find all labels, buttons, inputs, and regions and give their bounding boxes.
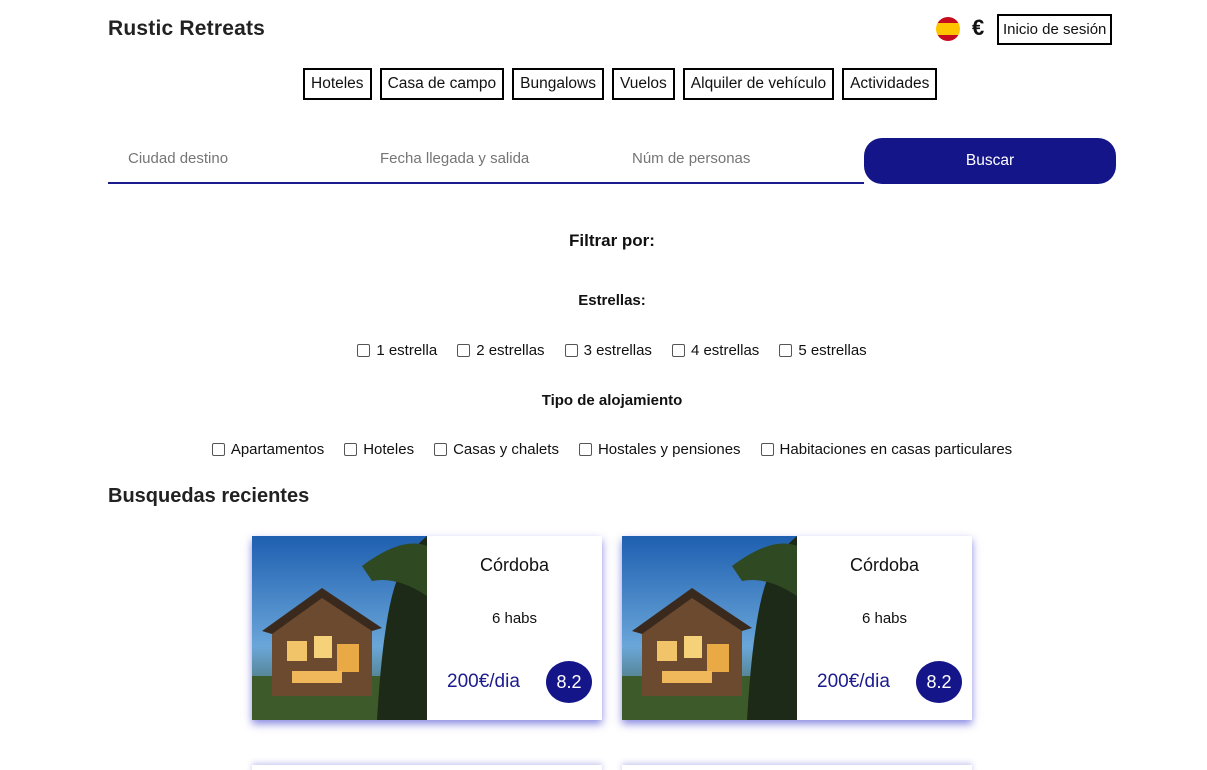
card-info: Córdoba 6 habs 200€/dia 8.2 bbox=[427, 536, 602, 720]
card-info: Córdoba 6 habs 200€/dia 8.2 bbox=[797, 536, 972, 720]
currency-euro-icon[interactable]: € bbox=[972, 15, 984, 41]
checkbox[interactable] bbox=[760, 443, 774, 456]
stars-filter-row: 1 estrella 2 estrellas 3 estrellas 4 est… bbox=[0, 342, 1207, 359]
card-rooms: 6 habs bbox=[861, 610, 908, 627]
site-logo[interactable]: Rustic Retreats bbox=[108, 17, 265, 41]
nav-bungalows-button[interactable]: Bungalows bbox=[512, 68, 604, 100]
checkbox-label: Hostales y pensiones bbox=[597, 441, 741, 458]
filter-title: Filtrar por: bbox=[569, 231, 655, 250]
card-peek bbox=[622, 765, 972, 770]
checkbox[interactable] bbox=[564, 344, 578, 357]
checkbox[interactable] bbox=[779, 344, 793, 357]
checkbox[interactable] bbox=[578, 443, 592, 456]
type-filter-hoteles[interactable]: Hoteles bbox=[344, 441, 414, 458]
nav-alquiler-vehiculo-button[interactable]: Alquiler de vehículo bbox=[682, 68, 835, 100]
checkbox[interactable] bbox=[357, 344, 371, 357]
checkbox-label: 4 estrellas bbox=[690, 342, 760, 359]
score-badge: 8.2 bbox=[546, 661, 592, 703]
star-filter-2[interactable]: 2 estrellas bbox=[457, 342, 545, 359]
type-filter-casas[interactable]: Casas y chalets bbox=[434, 441, 559, 458]
checkbox-label: Habitaciones en casas particulares bbox=[779, 441, 1013, 458]
checkbox-label: 3 estrellas bbox=[583, 342, 652, 359]
spain-flag-icon[interactable] bbox=[936, 17, 960, 41]
star-filter-1[interactable]: 1 estrella bbox=[357, 342, 437, 359]
score-badge: 8.2 bbox=[916, 661, 962, 703]
nav-actividades-button[interactable]: Actividades bbox=[842, 68, 938, 100]
people-input[interactable] bbox=[632, 150, 852, 167]
dates-input[interactable] bbox=[380, 150, 600, 167]
type-filter-title: Tipo de alojamiento bbox=[541, 392, 683, 409]
recent-search-card[interactable]: Córdoba 6 habs 200€/dia 8.2 bbox=[622, 536, 972, 720]
checkbox-label: Casas y chalets bbox=[453, 441, 559, 458]
property-photo bbox=[622, 536, 797, 720]
star-filter-3[interactable]: 3 estrellas bbox=[564, 342, 652, 359]
nav-vuelos-button[interactable]: Vuelos bbox=[611, 68, 675, 100]
nav-casa-de-campo-button[interactable]: Casa de campo bbox=[379, 68, 505, 100]
type-filter-hostales[interactable]: Hostales y pensiones bbox=[578, 441, 741, 458]
card-peek bbox=[252, 765, 602, 770]
property-photo bbox=[252, 536, 427, 720]
card-rooms: 6 habs bbox=[491, 610, 538, 627]
checkbox-label: 1 estrella bbox=[376, 342, 438, 359]
type-filter-apartamentos[interactable]: Apartamentos bbox=[211, 441, 325, 458]
checkbox[interactable] bbox=[344, 443, 358, 456]
card-city: Córdoba bbox=[479, 555, 550, 575]
checkbox-label: 5 estrellas bbox=[798, 342, 867, 359]
search-bar bbox=[108, 138, 864, 184]
type-filter-row: Apartamentos Hoteles Casas y chalets Hos… bbox=[0, 441, 1207, 458]
star-filter-4[interactable]: 4 estrellas bbox=[671, 342, 760, 359]
recent-search-card[interactable]: Córdoba 6 habs 200€/dia 8.2 bbox=[252, 536, 602, 720]
type-filter-habitaciones[interactable]: Habitaciones en casas particulares bbox=[760, 441, 1013, 458]
checkbox[interactable] bbox=[211, 443, 225, 456]
nav-hoteles-button[interactable]: Hoteles bbox=[303, 68, 372, 100]
checkbox[interactable] bbox=[457, 344, 471, 357]
checkbox-label: Hoteles bbox=[363, 441, 415, 458]
checkbox-label: Apartamentos bbox=[230, 441, 325, 458]
stars-filter-title: Estrellas: bbox=[578, 292, 646, 309]
card-city: Córdoba bbox=[849, 555, 920, 575]
card-price: 200€/dia bbox=[817, 671, 890, 692]
checkbox[interactable] bbox=[434, 443, 448, 456]
login-button[interactable]: Inicio de sesión bbox=[997, 14, 1113, 45]
star-filter-5[interactable]: 5 estrellas bbox=[779, 342, 867, 359]
card-price: 200€/dia bbox=[447, 671, 520, 692]
category-nav: Hoteles Casa de campo Bungalows Vuelos A… bbox=[303, 68, 938, 100]
destination-input[interactable] bbox=[128, 150, 348, 167]
recent-searches-title: Busquedas recientes bbox=[108, 485, 310, 507]
checkbox[interactable] bbox=[671, 344, 685, 357]
search-button[interactable]: Buscar bbox=[864, 138, 1116, 184]
checkbox-label: 2 estrellas bbox=[476, 342, 545, 359]
